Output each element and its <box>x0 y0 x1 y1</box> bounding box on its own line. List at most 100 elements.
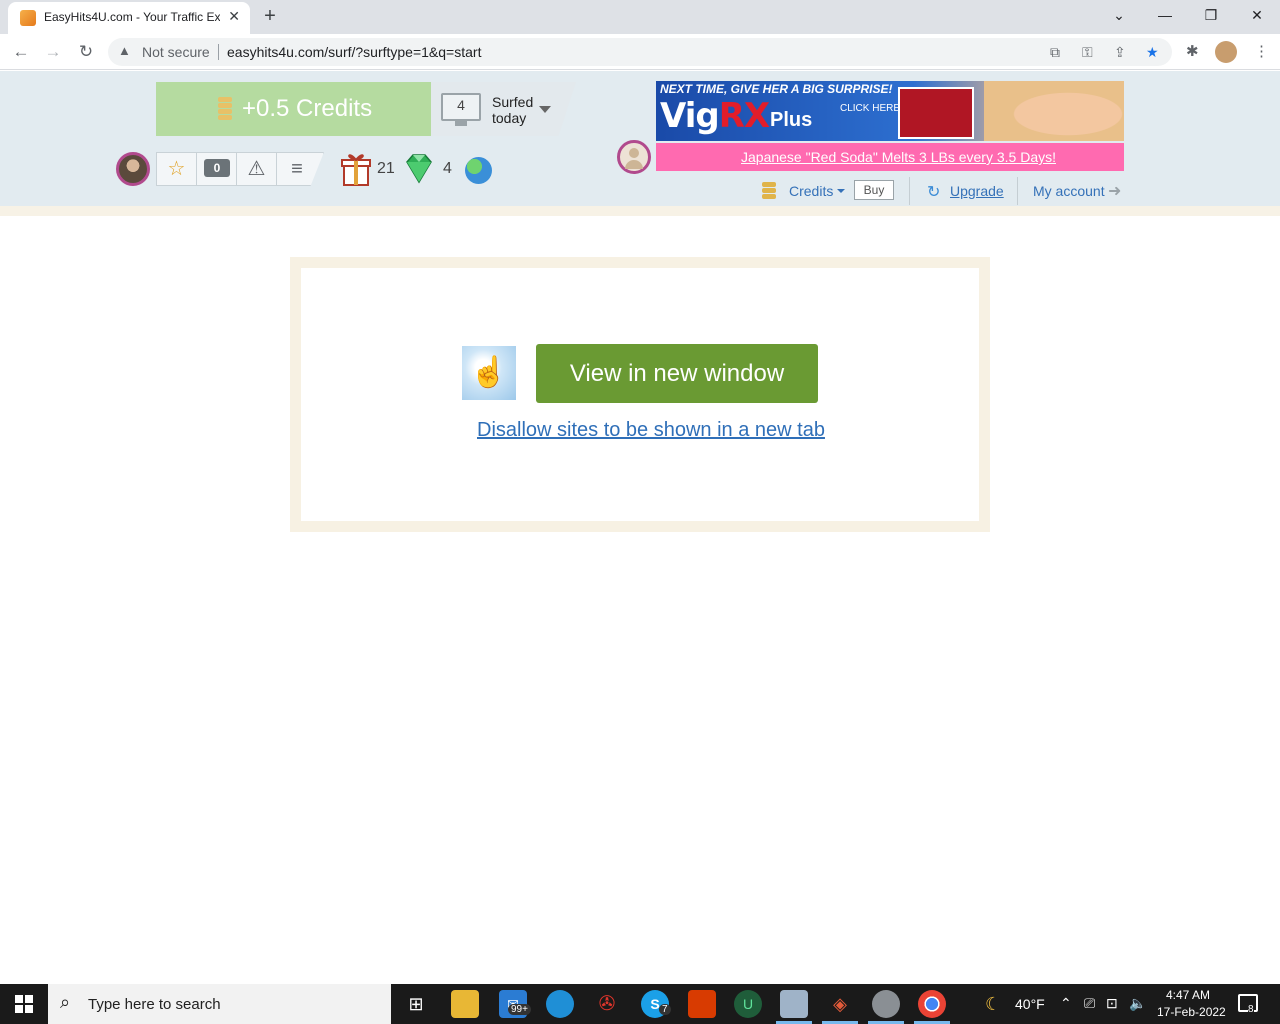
messages-count: 0 <box>204 159 230 177</box>
banner-click-here: CLICK HERE <box>840 103 901 114</box>
my-account-link[interactable]: My account <box>1033 183 1105 199</box>
browser-tab[interactable]: EasyHits4U.com - Your Traffic Exc ✕ <box>8 2 250 34</box>
today-label: today <box>492 110 527 126</box>
office-icon[interactable] <box>688 990 716 1018</box>
credits-earned-text: +0.5 Credits <box>242 95 373 122</box>
banner-product-box <box>898 87 974 139</box>
alert-triangle-icon[interactable]: ⚠ <box>237 153 277 185</box>
credits-menu[interactable]: Credits <box>789 183 833 199</box>
gems-count: 4 <box>443 160 452 177</box>
header-divider <box>0 206 1280 216</box>
banner-photo <box>984 81 1124 141</box>
search-placeholder: Type here to search <box>88 996 221 1013</box>
disallow-new-tab-link[interactable]: Disallow sites to be shown in a new tab <box>477 419 825 442</box>
popup-blocked-icon[interactable]: ⧉ <box>1050 44 1060 61</box>
refresh-upgrade-icon: ↻ <box>927 184 941 201</box>
new-tab-plus-icon[interactable]: + <box>259 4 281 28</box>
image-viewer-icon[interactable] <box>780 990 808 1018</box>
chevron-down-icon <box>539 106 551 113</box>
tab-title: EasyHits4U.com - Your Traffic Exc <box>44 10 220 24</box>
forward-arrow-icon[interactable]: → <box>42 41 64 63</box>
quick-actions-bar: ☆ 0 ⚠ ≡ <box>156 152 324 186</box>
mail-badge: 99+ <box>508 1004 531 1015</box>
favorites-star-icon[interactable]: ☆ <box>157 153 197 185</box>
skype-badge: 7 <box>659 1004 671 1015</box>
tab-close-icon[interactable]: ✕ <box>228 8 240 25</box>
account-bar: Credits Buy ↻ Upgrade My account ➜ <box>756 177 1126 205</box>
monitor-stand <box>455 121 467 126</box>
gift-box-icon[interactable] <box>341 151 371 187</box>
clock-time[interactable]: 4:47 AM <box>1166 988 1210 1002</box>
temperature[interactable]: 40°F <box>1015 996 1045 1012</box>
reload-icon[interactable]: ↻ <box>75 41 97 63</box>
surfed-label: Surfed <box>492 94 534 110</box>
globe-icon[interactable] <box>465 157 492 184</box>
bookmark-star-icon[interactable]: ★ <box>1146 44 1159 61</box>
surfed-count: 4 <box>457 97 465 113</box>
warning-triangle-icon: ▲ <box>118 43 131 58</box>
surfed-today-dropdown[interactable]: 4 Surfed today <box>431 82 576 136</box>
banner-brand-part-b: RX <box>718 96 770 136</box>
clock-date[interactable]: 17-Feb-2022 <box>1157 1005 1226 1019</box>
coin-stack-icon <box>218 97 232 121</box>
chrome-icon[interactable] <box>918 990 946 1018</box>
back-arrow-icon[interactable]: ← <box>10 41 32 63</box>
restore-icon[interactable]: ❐ <box>1196 4 1226 26</box>
address-bar[interactable]: ▲ Not secure easyhits4u.com/surf/?surfty… <box>108 38 1172 66</box>
search-icon: ⌕ <box>60 992 71 1012</box>
windows-start-icon[interactable] <box>0 984 48 1024</box>
banner-headline: NEXT TIME, GIVE HER A BIG SURPRISE! <box>660 82 893 96</box>
browser-toolbar: ← → ↻ ▲ Not secure easyhits4u.com/surf/?… <box>0 34 1280 70</box>
banner-brand: VigRX <box>660 96 770 136</box>
ccleaner-icon[interactable]: ◈ <box>826 990 854 1018</box>
disc-icon[interactable] <box>872 990 900 1018</box>
minimize-icon[interactable]: — <box>1150 4 1180 26</box>
user-avatar[interactable] <box>116 152 150 186</box>
credits-earned-box: +0.5 Credits <box>156 82 431 136</box>
view-in-new-window-button[interactable]: View in new window <box>536 344 818 403</box>
security-status: Not secure <box>142 44 210 60</box>
edge-browser-icon[interactable] <box>546 990 574 1018</box>
chevron-down-icon <box>837 189 845 193</box>
tray-chevron-icon[interactable]: ⌃ <box>1060 995 1072 1012</box>
text-ad-bar: Japanese "Red Soda" Melts 3 LBs every 3.… <box>656 143 1124 171</box>
extensions-puzzle-icon[interactable]: ✱ <box>1186 42 1199 60</box>
divider <box>909 177 910 205</box>
browser-tab-strip: EasyHits4U.com - Your Traffic Exc ✕ + ⌄ … <box>0 0 1280 34</box>
vpn-u-icon[interactable]: U <box>734 990 762 1018</box>
antivirus-icon[interactable]: ✇ <box>593 990 621 1018</box>
banner-plus: Plus <box>770 109 813 131</box>
key-icon[interactable]: ⚿ <box>1082 44 1093 61</box>
meet-now-icon[interactable]: ⎚ <box>1084 995 1095 1012</box>
arrow-right-icon: ➜ <box>1108 183 1122 200</box>
pointing-hand-icon: ☝ <box>462 346 516 400</box>
gem-icon[interactable] <box>403 152 435 184</box>
browser-menu-icon[interactable]: ⋮ <box>1254 42 1269 60</box>
taskbar-search[interactable]: ⌕ Type here to search <box>48 984 391 1024</box>
url-text[interactable]: easyhits4u.com/surf/?surftype=1&q=start <box>227 44 481 60</box>
profile-avatar-icon[interactable] <box>1215 41 1237 63</box>
menu-hamburger-icon[interactable]: ≡ <box>277 153 317 185</box>
messages-button[interactable]: 0 <box>197 153 237 185</box>
gifts-count: 21 <box>377 160 395 177</box>
advertiser-avatar <box>617 140 651 174</box>
tab-search-chevron-icon[interactable]: ⌄ <box>1104 4 1134 26</box>
file-explorer-icon[interactable] <box>451 990 479 1018</box>
ad-banner[interactable]: NEXT TIME, GIVE HER A BIG SURPRISE! VigR… <box>656 81 1124 141</box>
buy-button[interactable]: Buy <box>854 180 894 200</box>
windows-taskbar: ⌕ Type here to search ⊞ ✉ 99+ ✇ S 7 U ◈ … <box>0 984 1280 1024</box>
divider <box>1017 177 1018 205</box>
text-ad-link[interactable]: Japanese "Red Soda" Melts 3 LBs every 3.… <box>741 149 1056 165</box>
notification-count: 8 <box>1248 1004 1254 1015</box>
coins-icon <box>762 182 776 200</box>
upgrade-link[interactable]: Upgrade <box>950 183 1004 199</box>
avatar-head <box>629 148 639 158</box>
close-window-icon[interactable]: ✕ <box>1242 4 1272 26</box>
share-icon[interactable]: ⇪ <box>1114 44 1126 61</box>
address-separator <box>218 44 219 60</box>
volume-icon[interactable]: 🔈 <box>1129 995 1146 1012</box>
task-view-icon[interactable]: ⊞ <box>402 990 430 1018</box>
network-icon[interactable]: ⊡ <box>1106 995 1118 1012</box>
weather-moon-icon[interactable]: ☾ <box>985 994 1001 1015</box>
avatar-body <box>625 160 643 169</box>
